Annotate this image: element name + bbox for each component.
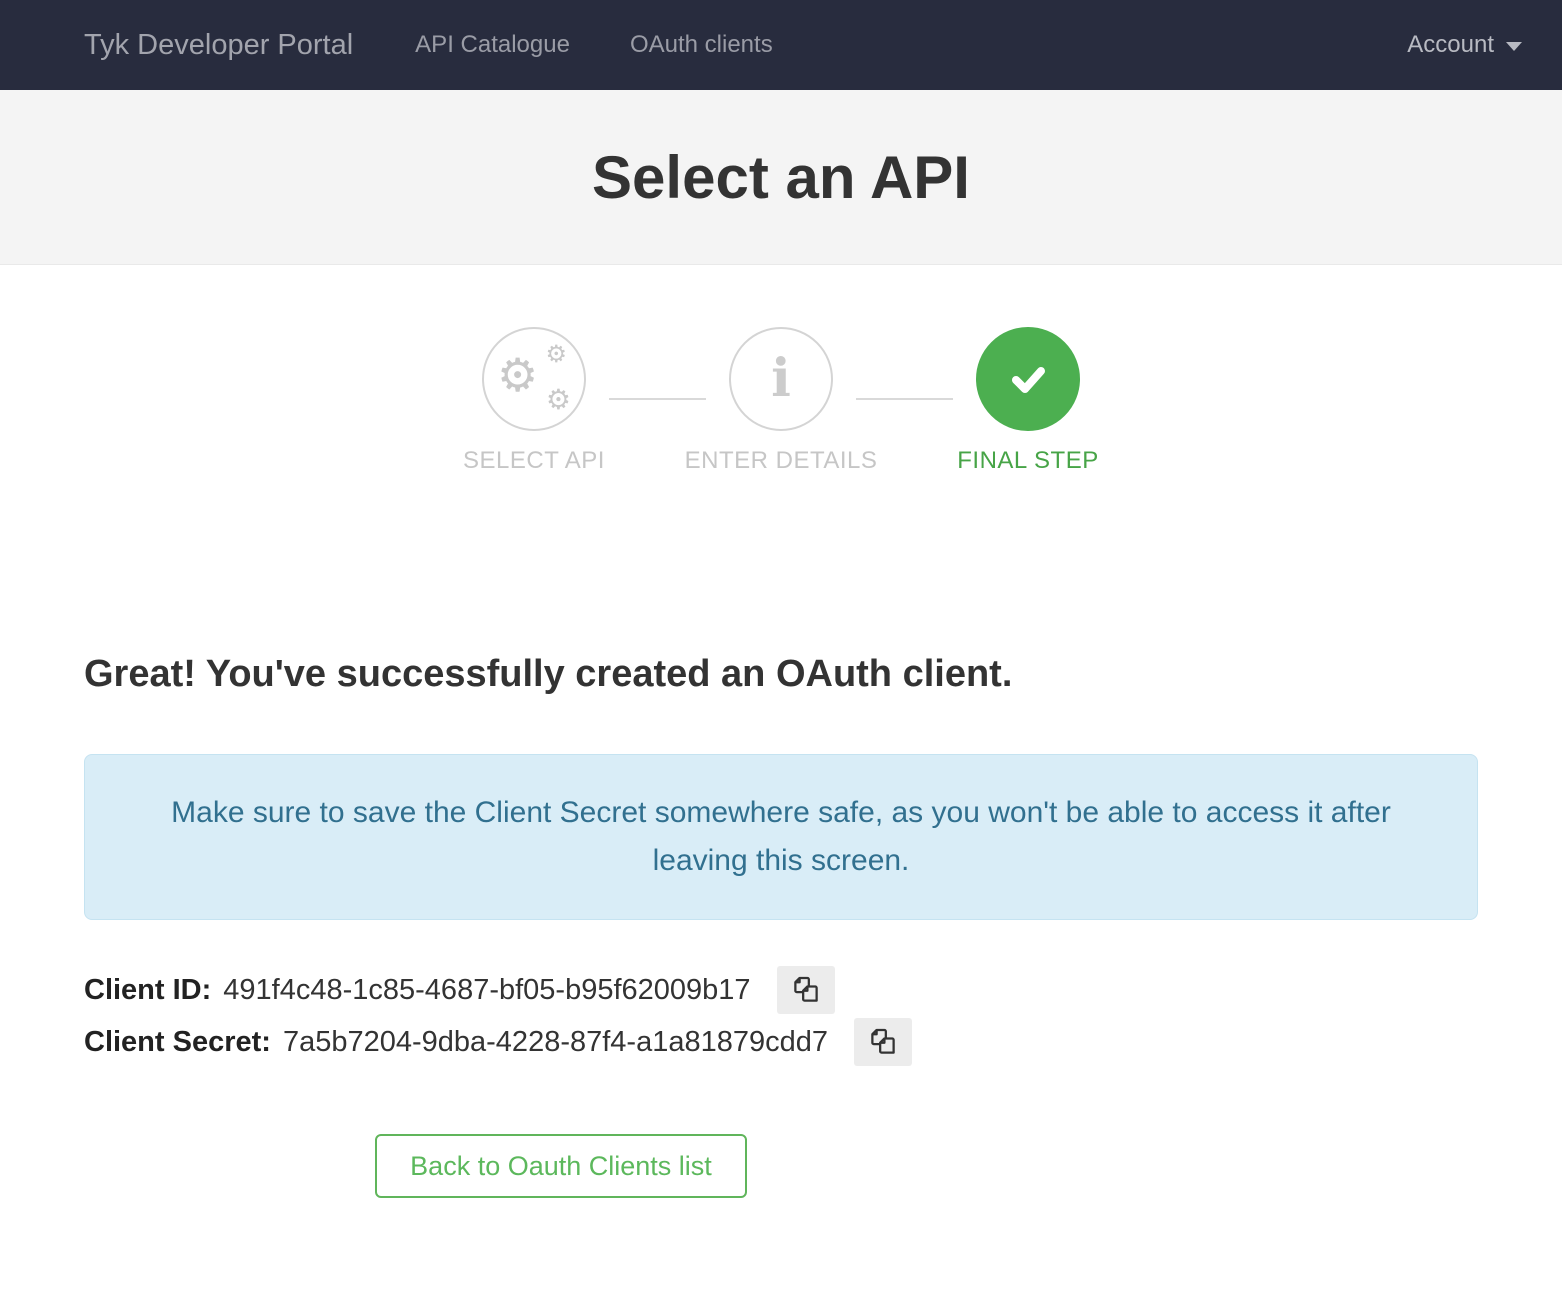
nav-link-api-catalogue[interactable]: API Catalogue [415, 31, 570, 59]
client-secret-row: Client Secret: 7a5b7204-9dba-4228-87f4-a… [84, 1016, 1478, 1068]
nav-link-oauth-clients[interactable]: OAuth clients [630, 31, 773, 59]
back-to-oauth-clients-button[interactable]: Back to Oauth Clients list [375, 1134, 747, 1198]
wizard-connector [856, 398, 953, 400]
caret-down-icon [1506, 42, 1522, 51]
client-id-row: Client ID: 491f4c48-1c85-4687-bf05-b95f6… [84, 964, 1478, 1016]
wizard-connector [609, 398, 706, 400]
copy-client-id-button[interactable] [777, 966, 835, 1014]
copy-client-secret-button[interactable] [854, 1018, 912, 1066]
client-secret-value: 7a5b7204-9dba-4228-87f4-a1a81879cdd7 [283, 1026, 828, 1059]
info-icon: i [771, 353, 791, 405]
brand-title[interactable]: Tyk Developer Portal [84, 29, 353, 62]
wizard-step-label: SELECT API [463, 447, 605, 475]
account-dropdown[interactable]: Account [1407, 31, 1522, 59]
client-secret-warning-alert: Make sure to save the Client Secret some… [84, 754, 1478, 920]
main-content: Great! You've successfully created an OA… [0, 653, 1562, 1198]
client-id-value: 491f4c48-1c85-4687-bf05-b95f62009b17 [223, 974, 750, 1007]
page-header-band: Select an API [0, 90, 1562, 265]
copy-icon [789, 973, 823, 1007]
wizard-step-enter-details-circle: i [729, 327, 833, 431]
wizard-step-final: FINAL STEP [953, 327, 1103, 475]
wizard-step-enter-details: i ENTER DETAILS [706, 327, 856, 475]
wizard-step-label: ENTER DETAILS [685, 447, 878, 475]
copy-icon [866, 1025, 900, 1059]
wizard-step-select-api-circle: ⚙⚙⚙ [482, 327, 586, 431]
gears-icon: ⚙⚙⚙ [497, 346, 571, 412]
navbar: Tyk Developer Portal API Catalogue OAuth… [0, 0, 1562, 90]
account-dropdown-label: Account [1407, 31, 1494, 59]
page-title: Select an API [592, 143, 970, 212]
check-icon [1005, 356, 1051, 402]
client-id-label: Client ID: [84, 974, 211, 1007]
client-secret-label: Client Secret: [84, 1026, 271, 1059]
wizard-step-select-api: ⚙⚙⚙ SELECT API [459, 327, 609, 475]
success-heading: Great! You've successfully created an OA… [84, 653, 1478, 696]
wizard-steps: ⚙⚙⚙ SELECT API i ENTER DETAILS FINAL STE… [0, 327, 1562, 475]
wizard-step-label: FINAL STEP [957, 447, 1098, 475]
wizard-step-final-circle [976, 327, 1080, 431]
